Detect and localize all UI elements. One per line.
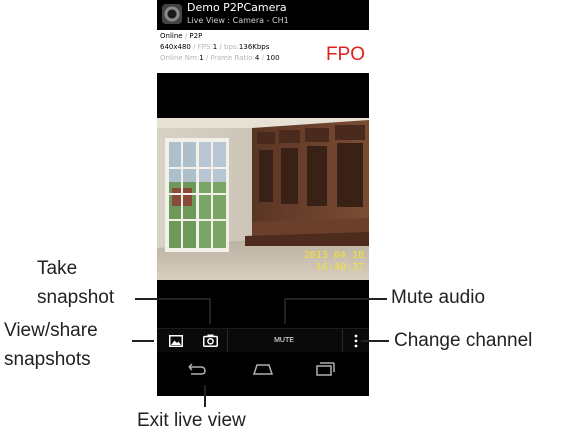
callout-line-snapshot-v (209, 298, 211, 324)
callout-view-share-line2: snapshots (4, 349, 91, 370)
callout-line-gallery (132, 340, 154, 342)
app-subtitle: Live View : Camera - CH1 (187, 16, 289, 25)
back-icon[interactable] (188, 363, 206, 375)
recents-icon[interactable] (316, 362, 335, 376)
live-view-toolbar: MUTE (157, 328, 369, 352)
stream-stats: 640x480 / FPS:1 / bps:136Kbps (160, 43, 269, 52)
callout-exit-live-view: Exit live view (137, 410, 246, 431)
overflow-menu-icon (354, 334, 358, 347)
snapshot-button[interactable] (197, 329, 223, 352)
callout-line-mute-v (284, 298, 286, 324)
bps-value: 136Kbps (238, 43, 270, 51)
bps-label: / bps: (217, 43, 239, 51)
camera-app-icon (162, 4, 182, 24)
phone-screen: Demo P2PCamera Live View : Camera - CH1 … (157, 0, 369, 396)
gallery-icon (169, 334, 183, 347)
frame-stats: Online Nm:1 / Frame Ratio:4 / 100 (160, 54, 280, 63)
fpo-tag: FPO (325, 44, 365, 65)
callout-line-exit (204, 385, 206, 407)
toolbar-divider (342, 329, 343, 352)
mute-button[interactable]: MUTE (269, 329, 299, 352)
ratio-b: 100 (266, 54, 280, 62)
fps-label: / FPS: (190, 43, 213, 51)
callout-line-channel (361, 340, 389, 342)
callout-line-mute-h (285, 298, 387, 300)
callout-change-channel: Change channel (394, 330, 533, 351)
camera-icon (202, 334, 218, 347)
status-text: Online (160, 32, 183, 40)
connection-info: Online / P2P (160, 32, 202, 41)
app-bar: Demo P2PCamera Live View : Camera - CH1 (157, 0, 369, 30)
callout-take-snapshot-line2: snapshot (37, 287, 115, 308)
mute-label: MUTE (274, 337, 294, 344)
toolbar-divider (227, 329, 228, 352)
home-icon[interactable] (252, 364, 274, 375)
app-title: Demo P2PCamera (187, 1, 287, 14)
live-video-view[interactable]: 2013 04 18 16:40:37 (157, 118, 369, 280)
callout-mute-audio: Mute audio (391, 287, 486, 308)
callout-line-snapshot-h (135, 298, 210, 300)
ratio-label: / Frame Ratio: (203, 54, 255, 62)
online-label: Online Nm: (160, 54, 200, 62)
timestamp-time: 16:40:37 (315, 262, 364, 273)
callout-take-snapshot-line1: Take (37, 258, 78, 279)
android-nav-bar (157, 352, 369, 396)
mode-text: P2P (189, 32, 203, 40)
timestamp-date: 2013 04 18 (303, 250, 364, 261)
nav-buttons (188, 362, 335, 376)
resolution-text: 640x480 (160, 43, 191, 51)
stream-info-panel: Online / P2P 640x480 / FPS:1 / bps:136Kb… (157, 30, 369, 73)
callout-view-share-line1: View/share (4, 320, 98, 341)
gallery-button[interactable] (161, 329, 191, 352)
